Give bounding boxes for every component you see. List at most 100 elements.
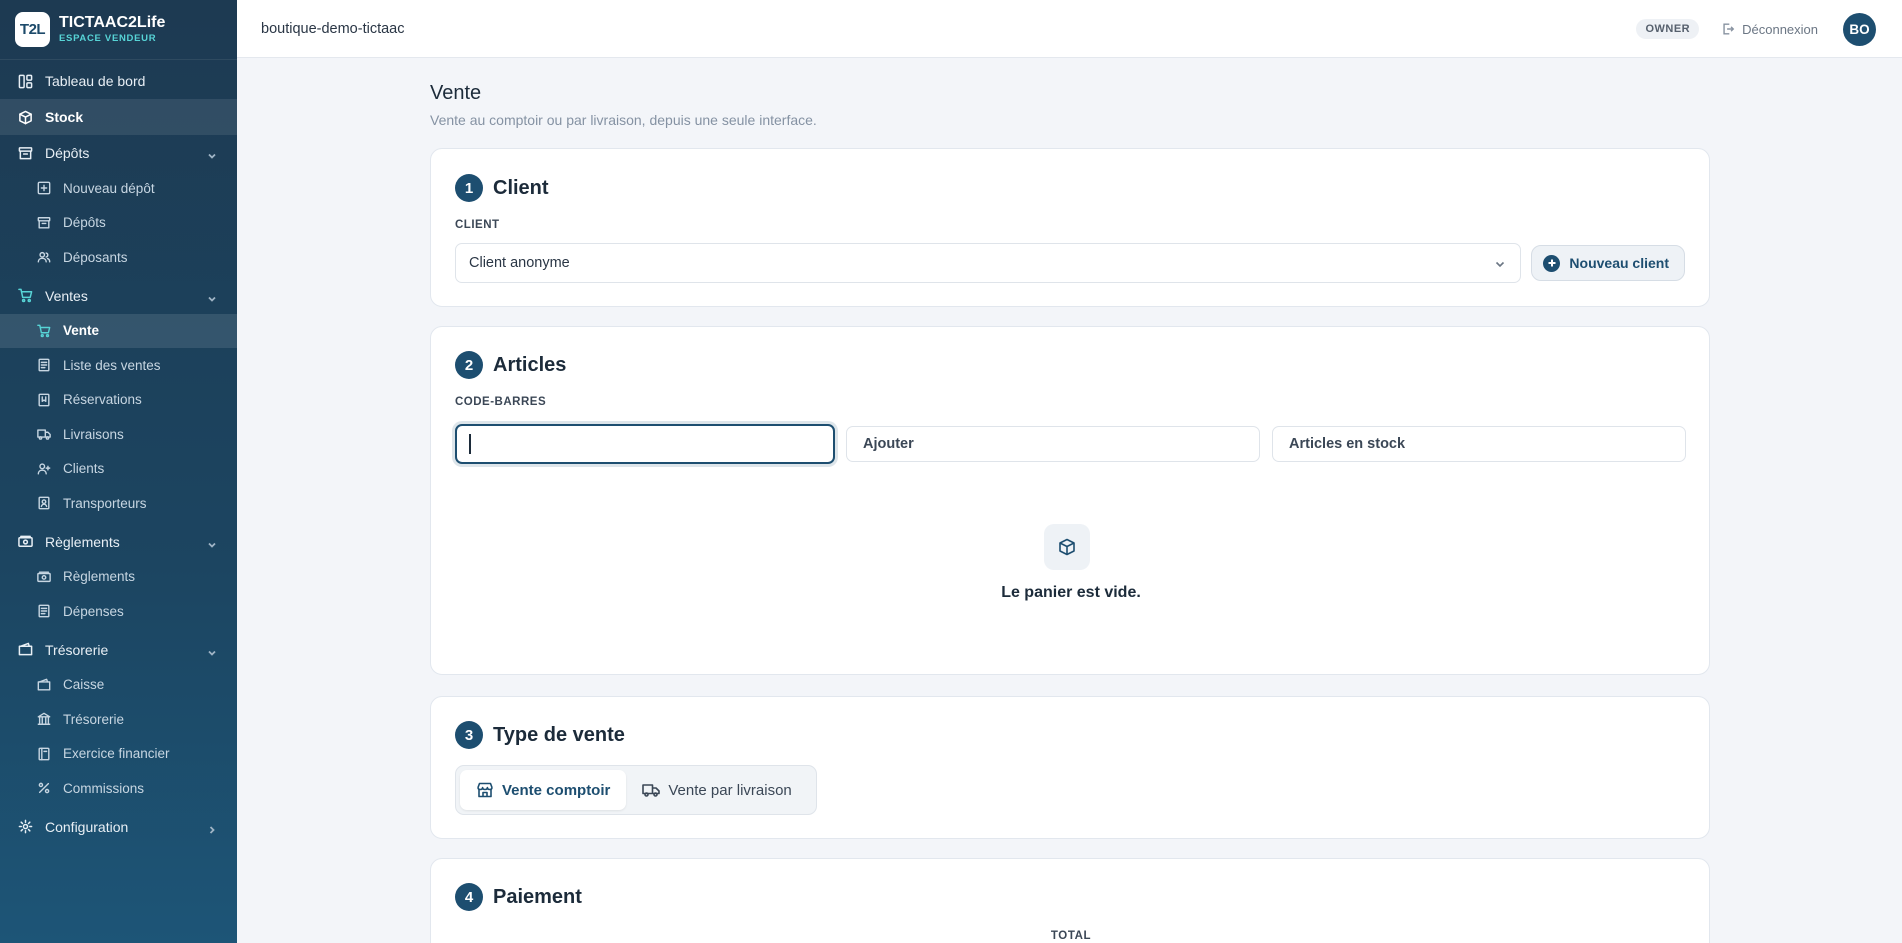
total-label: TOTAL [1050, 930, 1092, 942]
sidebar-item-label: Déposants [63, 249, 128, 265]
client-card: 1 Client CLIENT Client anonyme Nouveau c… [430, 148, 1710, 307]
sale-type-livraison[interactable]: Vente par livraison [626, 770, 807, 810]
sidebar-item-livraisons[interactable]: Livraisons [0, 417, 237, 452]
sidebar-nav: Tableau de bord Stock Dépôts Nouveau dép… [0, 60, 237, 845]
shop-name: boutique-demo-tictaac [261, 20, 405, 37]
logout-icon [1723, 23, 1735, 35]
avatar[interactable]: BO [1843, 12, 1876, 46]
articles-card: 2 Articles CODE-BARRES Ajouter Articles … [430, 326, 1710, 675]
text-caret [469, 434, 471, 454]
sale-type-step-header: 3 Type de vente [455, 721, 625, 749]
sidebar-item-label: Nouveau dépôt [63, 180, 155, 196]
logout-label: Déconnexion [1742, 21, 1818, 37]
receipt-icon [37, 604, 51, 618]
new-client-button[interactable]: Nouveau client [1531, 245, 1685, 281]
step-title: Type de vente [493, 723, 625, 746]
id-badge-icon [37, 496, 51, 510]
sale-type-card: 3 Type de vente Vente comptoir Vente par… [430, 696, 1710, 839]
client-select-value: Client anonyme [469, 255, 570, 271]
sidebar-item-label: Trésorerie [63, 711, 125, 727]
payment-step-header: 4 Paiement [455, 883, 582, 911]
sidebar-group-tresorerie[interactable]: Trésorerie [0, 632, 237, 668]
new-client-label: Nouveau client [1569, 255, 1669, 271]
step-number: 2 [455, 351, 483, 379]
sale-type-comptoir[interactable]: Vente comptoir [460, 770, 627, 810]
sidebar-item-reglements[interactable]: Règlements [0, 560, 237, 595]
sidebar-item-clients[interactable]: Clients [0, 452, 237, 487]
sidebar-item-deposants[interactable]: Déposants [0, 240, 237, 275]
page-subtitle: Vente au comptoir ou par livraison, depu… [430, 112, 817, 128]
truck-icon [642, 784, 661, 797]
sidebar-item-label: Règlements [63, 569, 136, 585]
sidebar-item-label: Transporteurs [63, 495, 147, 511]
step-title: Paiement [493, 885, 582, 908]
sidebar-item-label: Stock [45, 109, 84, 125]
sale-type-label: Vente comptoir [502, 781, 611, 799]
sidebar-item-depenses[interactable]: Dépenses [0, 594, 237, 629]
archive-icon [18, 146, 33, 161]
brand-subtitle: ESPACE VENDEUR [59, 33, 157, 45]
brand-logo: T2L [15, 12, 50, 47]
sidebar-item-label: Réservations [63, 392, 142, 408]
bank-icon [37, 712, 51, 726]
user-plus-icon [37, 462, 51, 476]
chevron-down-icon [207, 645, 217, 656]
ledger-icon [37, 747, 51, 761]
sidebar-item-tresorerie[interactable]: Trésorerie [0, 702, 237, 737]
sidebar-item-caisse[interactable]: Caisse [0, 668, 237, 703]
truck-icon [37, 427, 51, 441]
topbar-actions: OWNER Déconnexion BO [1636, 0, 1876, 58]
barcode-input[interactable] [455, 424, 835, 464]
sidebar-item-label: Dépôts [63, 215, 106, 231]
sidebar-item-stock[interactable]: Stock [0, 99, 237, 135]
sidebar-item-label: Dépôts [45, 145, 90, 161]
articles-step-header: 2 Articles [455, 351, 566, 379]
sidebar-group-reglements[interactable]: Règlements [0, 524, 237, 560]
sidebar-item-commissions[interactable]: Commissions [0, 771, 237, 806]
brand-name: TICTAAC2Life [59, 14, 166, 32]
wallet-icon [37, 678, 51, 692]
logout-button[interactable]: Déconnexion [1721, 22, 1818, 37]
sidebar-item-tableau-de-bord[interactable]: Tableau de bord [0, 63, 237, 99]
gear-icon [18, 819, 33, 834]
sidebar-group-configuration[interactable]: Configuration [0, 809, 237, 845]
sidebar-item-transporteurs[interactable]: Transporteurs [0, 486, 237, 521]
receipt-icon [37, 358, 51, 372]
step-number: 3 [455, 721, 483, 749]
client-field-label: CLIENT [455, 219, 500, 231]
sidebar-group-ventes[interactable]: Ventes [0, 278, 237, 314]
step-number: 4 [455, 883, 483, 911]
sidebar-item-depots[interactable]: Dépôts [0, 206, 237, 241]
role-badge: OWNER [1636, 19, 1700, 39]
add-button[interactable]: Ajouter [846, 426, 1260, 462]
banknote-icon [37, 570, 51, 584]
sidebar-item-label: Clients [63, 461, 105, 477]
sidebar-item-label: Exercice financier [63, 746, 170, 762]
sidebar-item-label: Ventes [45, 287, 88, 304]
wallet-icon [18, 642, 33, 657]
client-select[interactable]: Client anonyme [455, 243, 1521, 283]
sidebar-item-label: Trésorerie [45, 641, 109, 658]
barcode-field-label: CODE-BARRES [455, 396, 547, 408]
sidebar-group-depots[interactable]: Dépôts [0, 135, 237, 171]
brand-text: TICTAAC2Life ESPACE VENDEUR [59, 15, 165, 44]
sidebar-item-label: Commissions [63, 780, 145, 796]
sidebar: T2L TICTAAC2Life ESPACE VENDEUR Tableau … [0, 0, 237, 943]
empty-cart-text: Le panier est vide. [1001, 584, 1141, 601]
chevron-down-icon [207, 291, 217, 302]
sidebar-item-exercice-financier[interactable]: Exercice financier [0, 737, 237, 772]
main-content: Vente Vente au comptoir ou par livraison… [430, 58, 1710, 943]
sidebar-item-reservations[interactable]: Réservations [0, 383, 237, 418]
sidebar-item-nouveau-depot[interactable]: Nouveau dépôt [0, 171, 237, 206]
sidebar-item-label: Tableau de bord [45, 73, 146, 89]
brand[interactable]: T2L TICTAAC2Life ESPACE VENDEUR [0, 0, 237, 60]
dashboard-icon [18, 74, 33, 89]
empty-cart-icon [1044, 524, 1090, 570]
sidebar-item-liste-des-ventes[interactable]: Liste des ventes [0, 348, 237, 383]
sidebar-item-label: Vente [63, 323, 100, 339]
stock-articles-button[interactable]: Articles en stock [1272, 426, 1686, 462]
chevron-right-icon [207, 822, 217, 834]
banknote-icon [18, 534, 33, 549]
sidebar-item-vente[interactable]: Vente [0, 313, 237, 348]
topbar: boutique-demo-tictaac OWNER Déconnexion … [237, 0, 1902, 58]
